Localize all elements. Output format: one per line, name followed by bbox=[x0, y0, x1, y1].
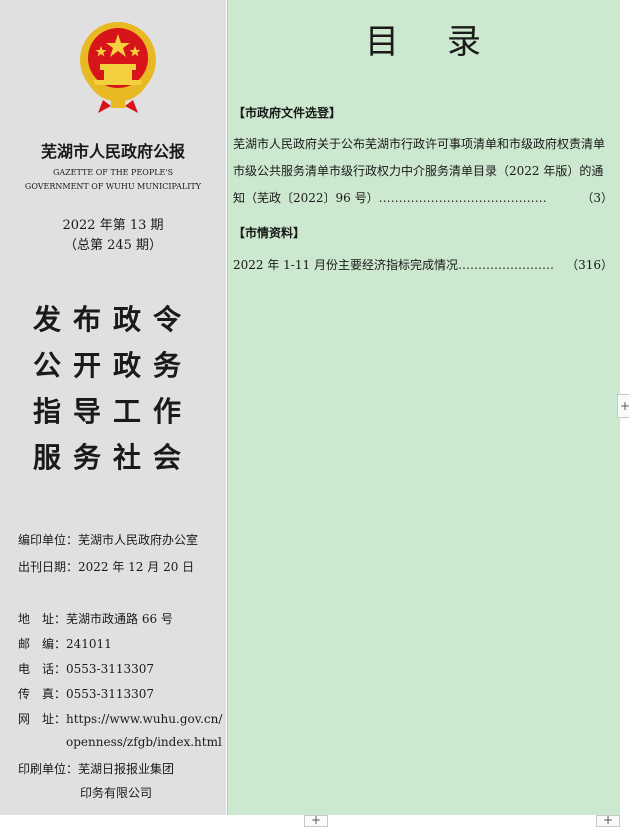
toc-title: 目录 bbox=[365, 22, 529, 62]
editor-info: 编印单位：芜湖市人民政府办公室 bbox=[18, 533, 199, 547]
plus-icon[interactable]: + bbox=[617, 394, 629, 418]
fax-info: 传 真：0553-3113307 bbox=[18, 687, 155, 701]
website-info: 网 址：https://www.wuhu.gov.cn/ bbox=[18, 712, 223, 726]
toc-entry[interactable]: 2022 年 1-11 月份主要经济指标完成情况…………………… （316） bbox=[233, 252, 613, 279]
phone-info: 电 话：0553-3113307 bbox=[18, 662, 155, 676]
cover-panel: 芜湖市人民政府公报 GAZETTE OF THE PEOPLE'S GOVERN… bbox=[0, 0, 226, 815]
postcode-info: 邮 编：241011 bbox=[18, 637, 112, 651]
publish-date: 出刊日期：2022 年 12 月 20 日 bbox=[18, 560, 195, 574]
gazette-title-en-2: GOVERNMENT OF WUHU MUNICIPALITY bbox=[24, 182, 202, 191]
toc-entry-text: 2022 年 1-11 月份主要经济指标完成情况…………………… bbox=[233, 258, 554, 272]
toc-entry[interactable]: 芜湖市人民政府关于公布芜湖市行政许可事项清单和市级政府权责清单市级公共服务清单市… bbox=[233, 131, 613, 212]
plus-icon[interactable]: + bbox=[304, 814, 328, 827]
address-info: 地 址：芜湖市政通路 66 号 bbox=[18, 612, 173, 626]
plus-icon[interactable]: + bbox=[596, 814, 620, 827]
printer-info: 印刷单位：芜湖日报报业集团 bbox=[18, 762, 175, 776]
slogan-line: 服务社会 bbox=[32, 441, 193, 474]
toc-section-heading: 【市政府文件选登】 bbox=[233, 106, 342, 120]
toc-panel bbox=[227, 0, 620, 815]
toc-entry-page: （3） bbox=[581, 191, 613, 205]
website-info-cont: openness/zfgb/index.html bbox=[66, 735, 222, 749]
toc-entry-page: （316） bbox=[566, 258, 613, 272]
toc-section-heading: 【市情资料】 bbox=[233, 226, 306, 240]
slogan-line: 指导工作 bbox=[32, 395, 193, 428]
issue-number: 2022 年第 13 期 bbox=[62, 218, 164, 233]
toc-entry-text: 芜湖市人民政府关于公布芜湖市行政许可事项清单和市级政府权责清单市级公共服务清单市… bbox=[233, 137, 606, 205]
issue-total: （总第 245 期） bbox=[63, 238, 163, 253]
gazette-title: 芜湖市人民政府公报 bbox=[40, 142, 185, 161]
slogan-line: 公开政务 bbox=[32, 349, 193, 382]
printer-info-cont: 印务有限公司 bbox=[80, 786, 153, 800]
national-emblem-icon bbox=[80, 22, 156, 113]
slogan-line: 发布政令 bbox=[32, 303, 193, 336]
gazette-title-en-1: GAZETTE OF THE PEOPLE'S bbox=[52, 168, 174, 177]
